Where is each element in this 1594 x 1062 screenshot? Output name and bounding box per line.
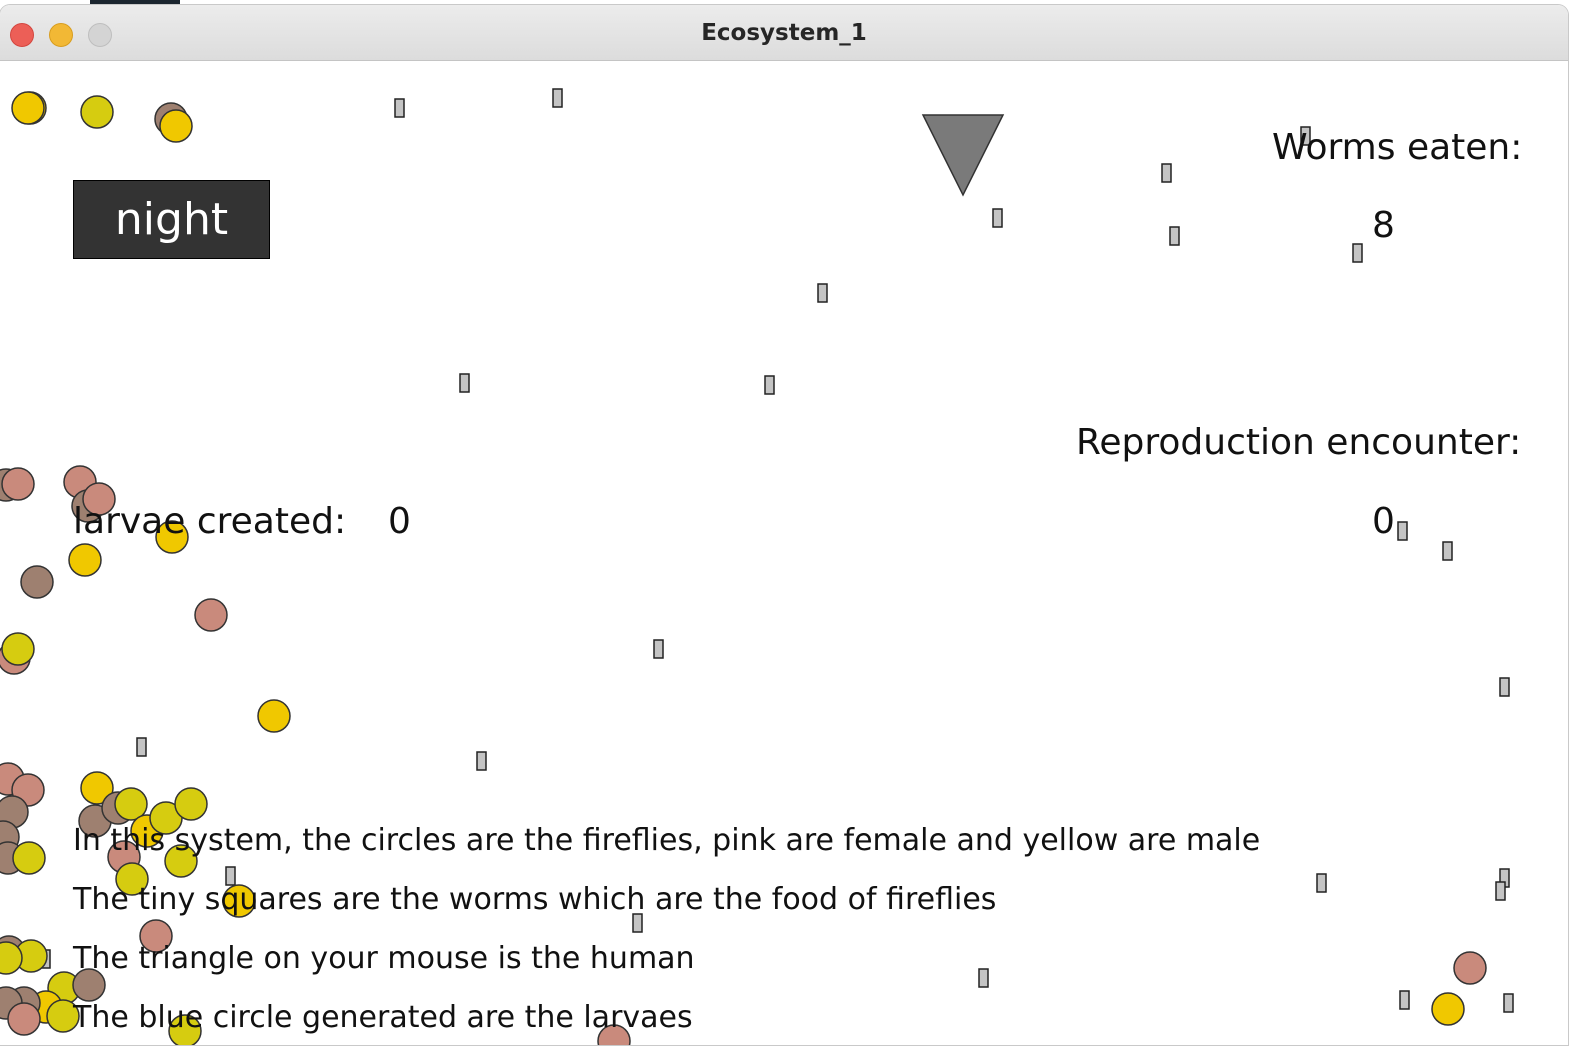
larvae-created-label: larvae created: [73,501,347,542]
night-mode-button[interactable]: night [73,180,270,259]
worm-square [552,88,563,108]
worm-square [817,283,828,303]
worm-square [1495,881,1506,901]
worm-square [653,639,664,659]
larvae-created-value: 0 [388,501,411,542]
info-line-worms: The tiny squares are the worms which are… [73,882,997,917]
firefly-circle [1,632,35,666]
firefly-circle [11,91,45,125]
worm-square [1352,243,1363,263]
worm-square [1503,993,1514,1013]
firefly-circle [1453,951,1487,985]
title-bar[interactable]: Ecosystem_1 [0,5,1568,61]
worm-square [1397,521,1408,541]
simulation-canvas[interactable]: night Worms eaten: 8 Reproduction encoun… [0,61,1568,1045]
worm-square [1169,226,1180,246]
firefly-circle [159,109,193,143]
info-line-fireflies: In this system, the circles are the fire… [73,823,1261,858]
worm-square [136,737,147,757]
worms-eaten-value: 8 [1372,205,1395,246]
worm-square [394,98,405,118]
app-window: Ecosystem_1 night Worms eaten: 8 Reprodu… [0,5,1568,1045]
firefly-circle [174,787,208,821]
reproduction-encounter-value: 0 [1372,501,1395,542]
firefly-circle [257,699,291,733]
worm-square [992,208,1003,228]
firefly-circle [68,543,102,577]
info-line-larvae: The blue circle generated are the larvae… [73,1000,693,1035]
firefly-circle [1,467,35,501]
firefly-circle [7,1002,41,1036]
worm-square [1316,873,1327,893]
worm-square [1399,990,1410,1010]
info-line-human: The triangle on your mouse is the human [73,941,695,976]
worms-eaten-label: Worms eaten: [1272,127,1523,168]
worm-square [978,968,989,988]
firefly-circle [20,565,54,599]
worm-square [764,375,775,395]
window-title: Ecosystem_1 [701,20,867,46]
worm-square [1161,163,1172,183]
firefly-circle [1431,992,1465,1026]
worm-square [459,373,470,393]
firefly-circle [194,598,228,632]
firefly-circle [12,841,46,875]
worm-square [1499,677,1510,697]
human-triangle [921,114,1005,197]
firefly-circle [80,95,114,129]
worm-square [476,751,487,771]
reproduction-encounter-label: Reproduction encounter: [1076,422,1522,463]
worm-square [1442,541,1453,561]
